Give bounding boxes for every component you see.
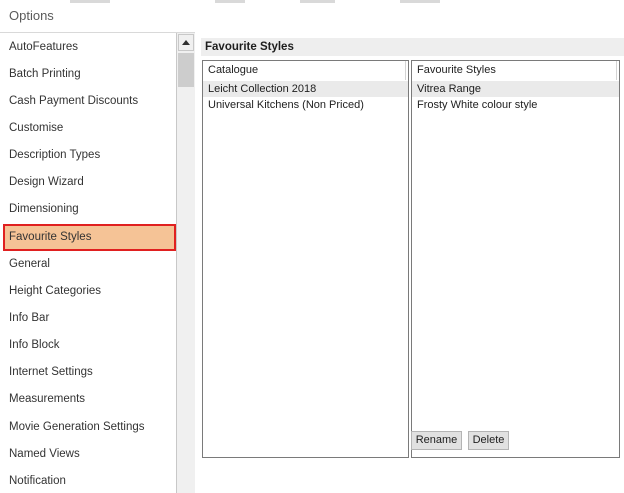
sidebar-item-customise[interactable]: Customise	[0, 115, 176, 142]
sidebar-item-general[interactable]: General	[0, 251, 176, 278]
window-titlebar: Options	[0, 0, 624, 32]
column-divider[interactable]	[405, 61, 406, 80]
panel-title: Favourite Styles	[201, 38, 624, 56]
favourite-styles-list[interactable]: Favourite Styles Vitrea Range Frosty Whi…	[411, 60, 620, 458]
titlebar-artifact	[70, 0, 110, 3]
titlebar-artifact	[300, 0, 335, 3]
titlebar-artifact	[215, 0, 245, 3]
titlebar-artifact	[400, 0, 440, 3]
scroll-up-arrow-icon[interactable]	[178, 34, 194, 51]
styles-header-label: Favourite Styles	[417, 64, 496, 76]
catalogue-row[interactable]: Leicht Collection 2018	[203, 81, 408, 97]
options-nav-list: AutoFeatures Batch Printing Cash Payment…	[0, 33, 176, 493]
sidebar-item-notification[interactable]: Notification	[0, 468, 176, 493]
sidebar-item-height-categories[interactable]: Height Categories	[0, 278, 176, 305]
window-title: Options	[9, 8, 54, 23]
catalogue-list[interactable]: Catalogue Leicht Collection 2018 Univers…	[202, 60, 409, 458]
sidebar-scrollbar[interactable]	[176, 33, 195, 493]
sidebar-item-description-types[interactable]: Description Types	[0, 142, 176, 169]
sidebar-item-cash-payment-discounts[interactable]: Cash Payment Discounts	[0, 88, 176, 115]
style-row[interactable]: Frosty White colour style	[412, 97, 619, 113]
options-sidebar: AutoFeatures Batch Printing Cash Payment…	[0, 32, 195, 493]
catalogue-column-header[interactable]: Catalogue	[203, 61, 408, 80]
sidebar-item-info-bar[interactable]: Info Bar	[0, 305, 176, 332]
sidebar-item-dimensioning[interactable]: Dimensioning	[0, 196, 176, 223]
sidebar-item-movie-generation-settings[interactable]: Movie Generation Settings	[0, 414, 176, 441]
sidebar-item-named-views[interactable]: Named Views	[0, 441, 176, 468]
catalogue-row[interactable]: Universal Kitchens (Non Priced)	[203, 97, 408, 113]
styles-column-header[interactable]: Favourite Styles	[412, 61, 619, 80]
sidebar-item-batch-printing[interactable]: Batch Printing	[0, 61, 176, 88]
sidebar-item-favourite-styles[interactable]: Favourite Styles	[3, 224, 176, 251]
sidebar-item-internet-settings[interactable]: Internet Settings	[0, 359, 176, 386]
column-divider[interactable]	[616, 61, 617, 80]
style-row[interactable]: Vitrea Range	[412, 81, 619, 97]
sidebar-item-measurements[interactable]: Measurements	[0, 386, 176, 413]
sidebar-item-info-block[interactable]: Info Block	[0, 332, 176, 359]
scroll-thumb[interactable]	[178, 53, 194, 87]
favourite-styles-panel: Favourite Styles Catalogue Leicht Collec…	[195, 32, 624, 492]
delete-button[interactable]: Delete	[468, 431, 509, 450]
sidebar-item-design-wizard[interactable]: Design Wizard	[0, 169, 176, 196]
rename-button[interactable]: Rename	[411, 431, 462, 450]
catalogue-header-label: Catalogue	[208, 64, 259, 76]
sidebar-item-autofeatures[interactable]: AutoFeatures	[0, 34, 176, 61]
